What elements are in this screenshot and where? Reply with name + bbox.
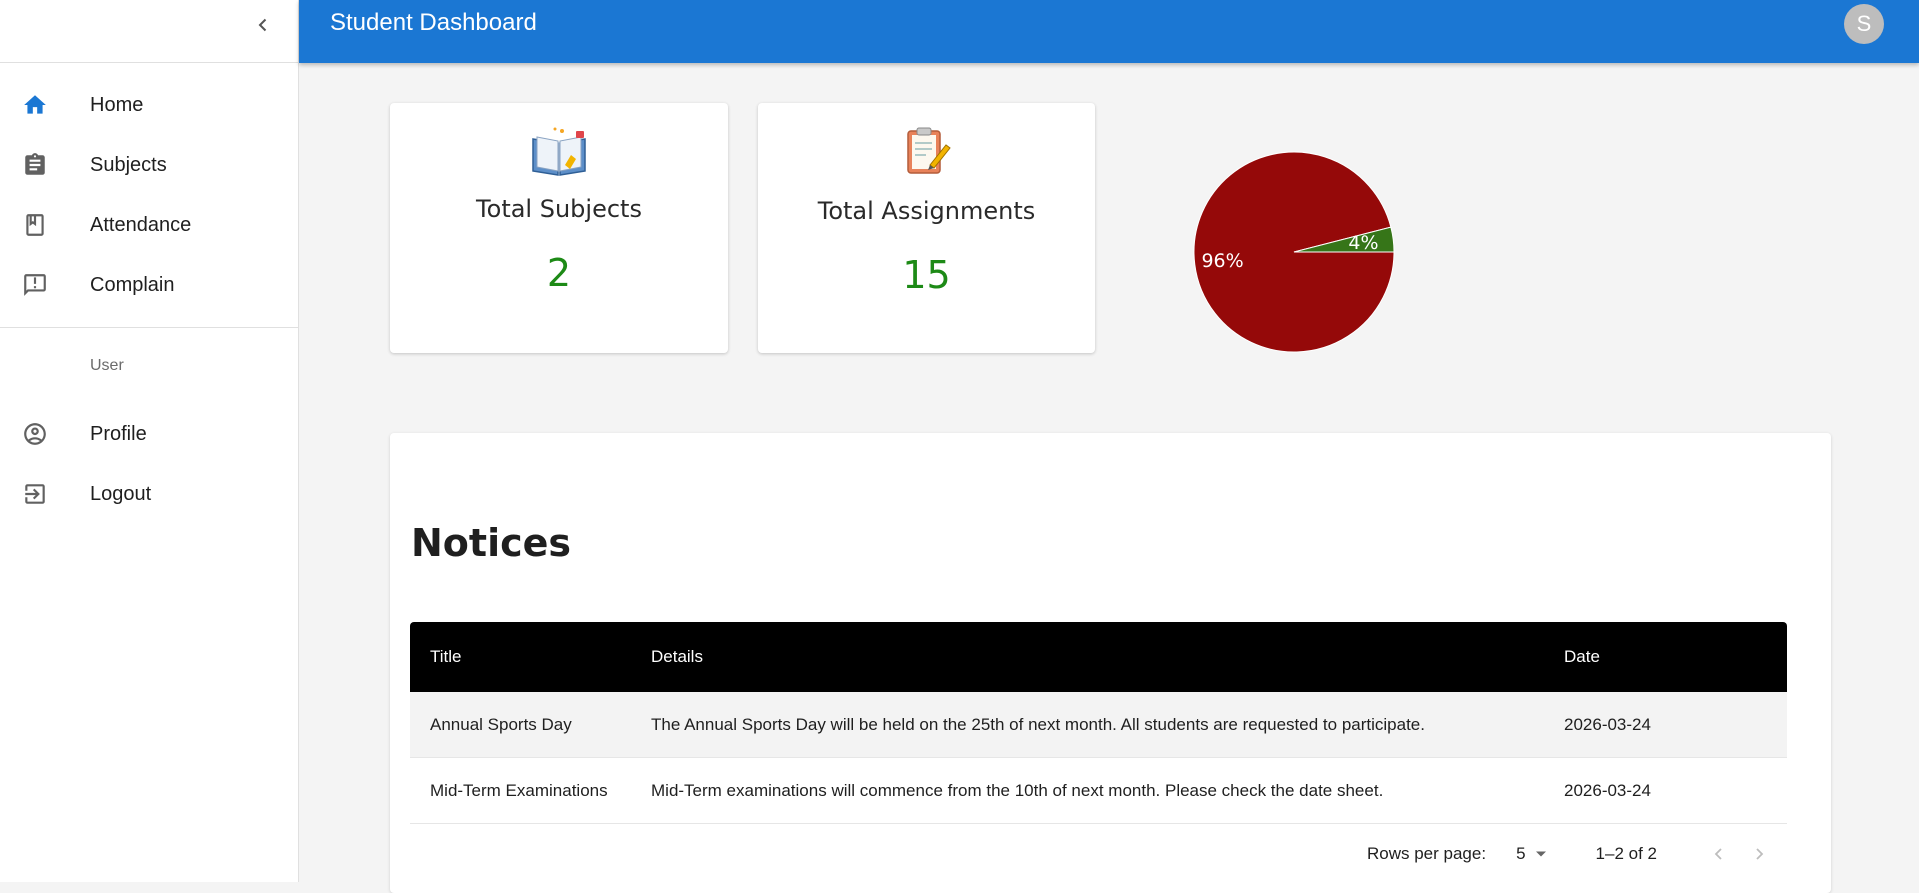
card-value: 15 [902,253,951,297]
table-row[interactable]: Annual Sports Day The Annual Sports Day … [410,692,1787,758]
sidebar-header [0,0,298,63]
table-row[interactable]: Mid-Term Examinations Mid-Term examinati… [410,758,1787,824]
table-pagination: Rows per page: 5 1–2 of 2 [410,824,1787,884]
sidebar-item-label: Subjects [90,153,167,176]
notices-panel: Notices Title Details Date Annual Sports… [390,433,1831,893]
sidebar-item-label: Complain [90,273,175,296]
avatar[interactable]: S [1844,4,1884,44]
rows-per-page-select[interactable]: 5 [1516,844,1547,864]
caret-down-icon [1535,851,1546,857]
notices-title: Notices [411,521,572,565]
class-book-icon [22,212,48,238]
card-title: Total Assignments [817,197,1036,225]
total-assignments-card: Total Assignments 15 [758,103,1095,353]
pie-label-1: 4% [1348,232,1378,254]
attendance-pie-chart: 96% 4% [1193,151,1395,353]
nav-list: Home Subjects Attendance Complain User P… [0,63,298,524]
sidebar-item-complain[interactable]: Complain [0,255,298,315]
account-circle-icon [22,421,48,447]
pagination-range: 1–2 of 2 [1595,844,1657,863]
card-title: Total Subjects [476,195,642,223]
page-title: Student Dashboard [330,9,537,36]
column-header-title: Title [430,647,462,666]
table-header: Title Details Date [410,622,1787,692]
feedback-icon [22,272,48,298]
sidebar-item-profile[interactable]: Profile [0,404,298,464]
chevron-left-icon [1714,848,1722,860]
cell-title: Mid-Term Examinations [430,780,608,800]
cell-details: Mid-Term examinations will commence from… [651,780,1384,800]
cell-date: 2026-03-24 [1564,780,1651,800]
sidebar-item-home[interactable]: Home [0,75,298,135]
sidebar-item-label: Profile [90,422,147,445]
book-icon [529,125,589,177]
card-value: 2 [546,251,572,295]
pie-label-0: 96% [1201,250,1243,272]
clipboard-icon [22,152,48,178]
rows-per-page-label: Rows per page: [1367,844,1487,863]
assignment-clipboard-icon [902,125,952,177]
chevron-right-icon [1756,848,1764,860]
next-page-button[interactable] [1739,834,1779,874]
collapse-sidebar-button[interactable] [248,10,278,40]
home-icon [22,92,48,118]
app-bar: Student Dashboard S [299,0,1919,63]
column-header-date: Date [1564,647,1600,666]
logout-icon [22,481,48,507]
sidebar-item-attendance[interactable]: Attendance [0,195,298,255]
sidebar-item-label: Logout [90,482,152,505]
rows-per-page-value: 5 [1516,844,1526,863]
cell-title: Annual Sports Day [430,714,572,734]
sidebar-item-logout[interactable]: Logout [0,464,298,524]
total-subjects-card: Total Subjects 2 [390,103,728,353]
notices-table: Title Details Date Annual Sports Day The… [410,622,1787,884]
column-header-details: Details [651,647,703,666]
sidebar-item-subjects[interactable]: Subjects [0,135,298,195]
sidebar: Home Subjects Attendance Complain User P… [0,0,299,882]
sidebar-item-label: Attendance [90,213,192,236]
cell-details: The Annual Sports Day will be held on th… [651,714,1425,734]
cell-date: 2026-03-24 [1564,714,1651,734]
chevron-left-icon [258,18,267,32]
sidebar-item-label: Home [90,93,144,116]
previous-page-button[interactable] [1699,834,1739,874]
sidebar-subheader-user: User [90,357,124,374]
